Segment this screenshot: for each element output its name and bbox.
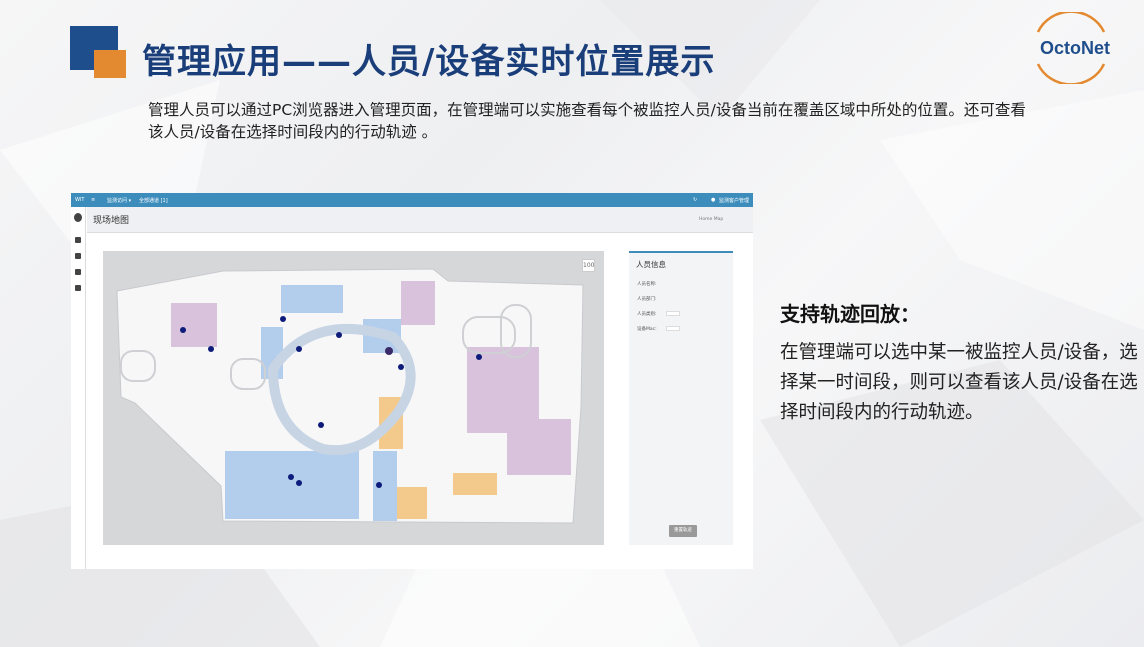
page-header bbox=[87, 207, 753, 233]
management-screenshot: WIT ≡ 监测访问 ▾ 全部通道 [1] ↻ ● 监测客户管理 现场地图 Ho… bbox=[71, 193, 753, 569]
person-type-select[interactable] bbox=[666, 311, 680, 316]
device-mac-input[interactable] bbox=[666, 326, 680, 331]
zoom-control[interactable]: 100 bbox=[582, 259, 595, 272]
menu-all-channels[interactable]: 全部通道 [1] bbox=[139, 197, 168, 204]
feature-description: 在管理端可以选中某一被监控人员/设备，选择某一时间段，则可以查看该人员/设备在选… bbox=[780, 342, 1138, 423]
logo-text: OctoNet bbox=[1040, 38, 1111, 58]
field-person-dept: 人员部门: bbox=[637, 297, 657, 302]
chart-icon[interactable] bbox=[75, 237, 81, 243]
map-icon[interactable] bbox=[75, 253, 81, 259]
feature-title: 支持轨迹回放： bbox=[780, 302, 920, 326]
floor-map[interactable] bbox=[103, 251, 604, 545]
app-sidebar bbox=[71, 207, 86, 569]
refresh-icon[interactable]: ↻ bbox=[693, 197, 697, 203]
menu-toggle-icon[interactable]: ≡ bbox=[91, 197, 95, 203]
reset-track-button[interactable]: 重置轨迹 bbox=[669, 525, 697, 537]
grid-icon[interactable] bbox=[75, 269, 81, 275]
app-topbar: WIT ≡ 监测访问 ▾ 全部通道 [1] ↻ ● 监测客户管理 bbox=[71, 193, 753, 207]
floor-plan bbox=[116, 268, 584, 524]
breadcrumb[interactable]: Home Map bbox=[699, 217, 723, 222]
app-brand: WIT bbox=[75, 197, 85, 203]
panel-title: 人员信息 bbox=[636, 260, 666, 269]
slide-title: 管理应用——人员/设备实时位置展示 bbox=[142, 42, 716, 82]
field-person-name: 人员名称: bbox=[637, 282, 657, 287]
menu-monitor-access[interactable]: 监测访问 ▾ bbox=[107, 197, 131, 204]
field-person-type: 人员类别: bbox=[637, 312, 657, 317]
field-device-mac: 设备Mac: bbox=[637, 327, 657, 332]
page-title: 现场地图 bbox=[93, 216, 130, 226]
user-menu[interactable]: 监测客户管理 bbox=[719, 197, 749, 204]
user-avatar-icon[interactable]: ● bbox=[711, 197, 715, 203]
title-decoration-orange bbox=[94, 50, 126, 78]
person-icon[interactable] bbox=[75, 285, 81, 291]
intro-text: 管理人员可以通过PC浏览器进入管理页面，在管理端可以实施查看每个被监控人员/设备… bbox=[148, 101, 1026, 141]
user-avatar-icon[interactable] bbox=[74, 213, 82, 222]
